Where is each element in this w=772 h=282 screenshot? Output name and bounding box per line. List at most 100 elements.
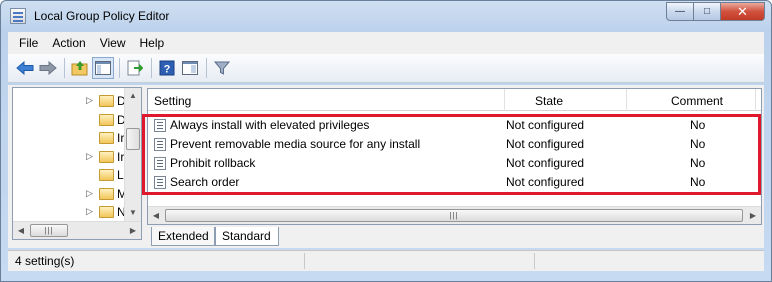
content-area: ▷D D Ir ▷Ir L ▷M ▷N N ▲ ▼ ◀ ||| ▶ bbox=[8, 85, 764, 248]
maximize-button[interactable]: □ bbox=[693, 2, 720, 21]
menu-view[interactable]: View bbox=[93, 36, 133, 50]
setting-comment: No bbox=[690, 137, 706, 151]
setting-name: Prohibit rollback bbox=[170, 156, 256, 170]
policy-setting-icon bbox=[154, 176, 166, 189]
back-arrow-icon bbox=[16, 61, 34, 75]
table-row[interactable]: Prevent removable media source for any i… bbox=[148, 135, 761, 154]
settings-list: Setting State Comment Always install wit… bbox=[147, 88, 762, 225]
tree-item[interactable]: ▷ Ir bbox=[13, 148, 124, 167]
table-row[interactable]: Search order Not configured No bbox=[148, 173, 761, 192]
column-divider[interactable] bbox=[626, 89, 627, 111]
folder-icon bbox=[99, 95, 114, 107]
show-hide-tree-icon bbox=[95, 61, 111, 75]
expand-arrow-icon[interactable]: ▷ bbox=[86, 151, 93, 162]
folder-icon bbox=[99, 169, 114, 181]
window-title: Local Group Policy Editor bbox=[34, 9, 170, 23]
expand-arrow-icon[interactable]: ▷ bbox=[86, 95, 93, 106]
menu-bar: File Action View Help bbox=[8, 32, 764, 54]
tree-horizontal-scrollbar[interactable]: ◀ ||| ▶ bbox=[13, 221, 141, 239]
toolbar: ? bbox=[8, 54, 764, 83]
tab-standard[interactable]: Standard bbox=[215, 227, 279, 246]
help-icon: ? bbox=[159, 60, 175, 76]
app-window: Local Group Policy Editor — □ ✕ File Act… bbox=[0, 0, 772, 282]
status-bar: 4 setting(s) bbox=[8, 250, 764, 271]
setting-state: Not configured bbox=[506, 175, 585, 189]
tree-item[interactable]: ▷ M bbox=[13, 185, 127, 204]
scroll-up-icon[interactable]: ▲ bbox=[125, 88, 141, 104]
setting-state: Not configured bbox=[506, 156, 585, 170]
scroll-thumb[interactable]: ||| bbox=[30, 224, 68, 237]
tree-item[interactable]: L bbox=[13, 166, 124, 185]
status-divider bbox=[304, 253, 305, 269]
column-divider[interactable] bbox=[504, 89, 505, 111]
status-text: 4 setting(s) bbox=[15, 254, 75, 268]
toolbar-separator bbox=[206, 58, 207, 78]
folder-icon bbox=[99, 206, 114, 218]
toolbar-separator bbox=[64, 58, 65, 78]
setting-comment: No bbox=[690, 156, 706, 170]
setting-name: Prevent removable media source for any i… bbox=[170, 137, 421, 151]
forward-arrow-icon bbox=[39, 61, 57, 75]
tree-item[interactable]: D bbox=[13, 111, 126, 130]
folder-icon bbox=[99, 187, 114, 200]
tree-item-label: L bbox=[117, 168, 124, 182]
export-list-button[interactable] bbox=[124, 57, 146, 79]
column-header-state[interactable]: State bbox=[535, 94, 563, 108]
column-header-comment[interactable]: Comment bbox=[671, 94, 723, 108]
table-row[interactable]: Prohibit rollback Not configured No bbox=[148, 154, 761, 173]
up-folder-icon bbox=[71, 61, 88, 76]
folder-icon bbox=[99, 113, 114, 126]
app-icon bbox=[10, 8, 26, 24]
show-hide-tree-button[interactable] bbox=[92, 57, 114, 79]
tree-item[interactable]: ▷ N bbox=[13, 203, 126, 222]
menu-file[interactable]: File bbox=[12, 36, 45, 50]
filter-button[interactable] bbox=[211, 57, 233, 79]
close-button[interactable]: ✕ bbox=[720, 2, 765, 21]
setting-name: Search order bbox=[170, 175, 240, 189]
toolbar-separator bbox=[119, 58, 120, 78]
up-one-level-button[interactable] bbox=[69, 57, 91, 79]
list-header: Setting State Comment bbox=[148, 89, 761, 111]
minimize-button[interactable]: — bbox=[666, 2, 693, 21]
column-divider[interactable] bbox=[755, 89, 756, 111]
policy-setting-icon bbox=[154, 157, 166, 170]
export-list-icon bbox=[127, 60, 143, 76]
scroll-down-icon[interactable]: ▼ bbox=[125, 205, 141, 221]
setting-state: Not configured bbox=[506, 118, 585, 132]
caption-buttons: — □ ✕ bbox=[666, 2, 765, 22]
scroll-thumb[interactable]: ||| bbox=[165, 209, 743, 222]
tree-item[interactable]: Ir bbox=[13, 129, 124, 148]
table-row[interactable]: Always install with elevated privileges … bbox=[148, 116, 761, 135]
status-divider bbox=[534, 253, 535, 269]
tree-item[interactable]: ▷ D bbox=[13, 92, 126, 111]
toolbar-separator bbox=[151, 58, 152, 78]
folder-icon bbox=[99, 150, 114, 163]
scroll-right-icon[interactable]: ▶ bbox=[745, 207, 761, 224]
menu-action[interactable]: Action bbox=[45, 36, 92, 50]
tree-vertical-scrollbar[interactable]: ▲ ▼ bbox=[124, 88, 141, 221]
menu-help[interactable]: Help bbox=[133, 36, 172, 50]
tab-extended[interactable]: Extended bbox=[151, 227, 215, 246]
expand-arrow-icon[interactable]: ▷ bbox=[86, 206, 93, 217]
tree-pane: ▷D D Ir ▷Ir L ▷M ▷N N ▲ ▼ ◀ ||| ▶ bbox=[12, 87, 142, 240]
list-horizontal-scrollbar[interactable]: ◀ ||| ▶ bbox=[148, 206, 761, 224]
expand-arrow-icon[interactable]: ▷ bbox=[86, 188, 93, 199]
scroll-left-icon[interactable]: ◀ bbox=[13, 222, 29, 239]
tree-list: ▷D D Ir ▷Ir L ▷M ▷N N bbox=[13, 92, 127, 239]
filter-icon bbox=[214, 61, 230, 75]
scroll-left-icon[interactable]: ◀ bbox=[148, 207, 164, 224]
back-button[interactable] bbox=[14, 57, 36, 79]
properties-button[interactable] bbox=[179, 57, 201, 79]
folder-icon bbox=[99, 132, 114, 144]
setting-state: Not configured bbox=[506, 137, 585, 151]
properties-icon bbox=[182, 61, 198, 75]
svg-text:?: ? bbox=[164, 64, 171, 76]
scroll-right-icon[interactable]: ▶ bbox=[125, 222, 141, 239]
column-header-setting[interactable]: Setting bbox=[154, 94, 191, 108]
scroll-thumb[interactable] bbox=[126, 128, 140, 150]
forward-button[interactable] bbox=[37, 57, 59, 79]
setting-name: Always install with elevated privileges bbox=[170, 118, 370, 132]
title-bar[interactable]: Local Group Policy Editor — □ ✕ bbox=[1, 1, 771, 31]
setting-comment: No bbox=[690, 118, 706, 132]
help-button[interactable]: ? bbox=[156, 57, 178, 79]
